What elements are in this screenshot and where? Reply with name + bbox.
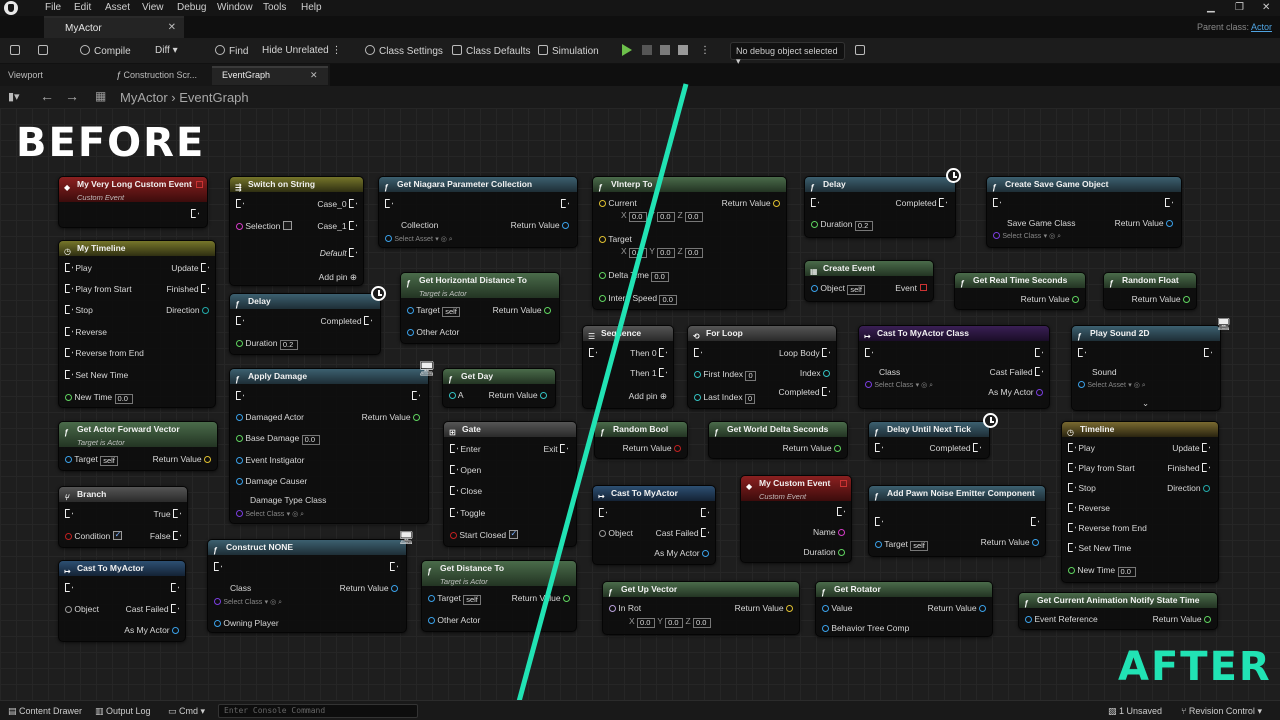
cmd-select[interactable]: ▭ Cmd ▾ (168, 706, 205, 717)
content-drawer-button[interactable]: ▤ Content Drawer (8, 706, 82, 717)
before-after-divider (511, 83, 689, 720)
console-input[interactable]: Enter Console Command (218, 704, 418, 718)
before-label: BEFORE (16, 120, 206, 166)
status-bar: ▤ Content Drawer ▥ Output Log ▭ Cmd ▾ En… (0, 700, 1280, 720)
after-label: AFTER (1118, 644, 1272, 690)
console-placeholder: Enter Console Command (224, 706, 326, 715)
revision-control-button[interactable]: ⑂ Revision Control ▾ (1181, 706, 1262, 717)
unsaved-indicator[interactable]: ▧ 1 Unsaved (1108, 706, 1162, 717)
output-log-button[interactable]: ▥ Output Log (95, 706, 151, 717)
